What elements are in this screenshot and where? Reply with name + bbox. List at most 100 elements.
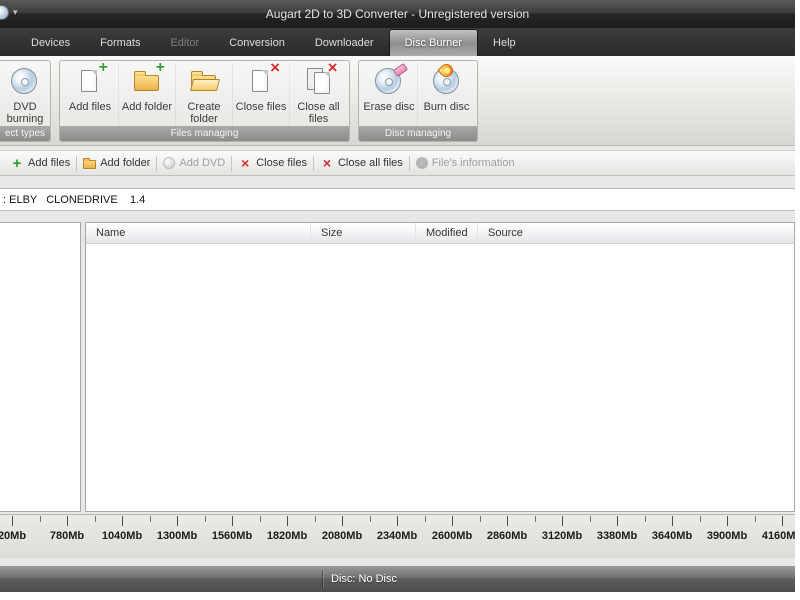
capacity-ruler: 20Mb 780Mb 1040Mb 1300Mb 1560Mb 1820Mb 2080Mb 2… [0, 514, 795, 558]
ruler-tick-major [12, 516, 13, 526]
create-folder-icon [187, 65, 221, 99]
erase-disc-icon [372, 62, 409, 99]
status-bar: Disc: No Disc [0, 566, 795, 592]
ruler-label: 3380Mb [596, 530, 638, 542]
ruler-label: 1300Mb [156, 530, 198, 542]
ruler-tick-minor [425, 516, 426, 522]
ruler-tick-major [122, 516, 123, 526]
add-folder-icon: + [130, 61, 165, 99]
tab-formats[interactable]: Formats [85, 30, 155, 56]
tab-editor: Editor [170, 37, 200, 49]
ruler-tick-major [672, 516, 673, 526]
toolbar-file-s-information: i File's information [410, 157, 521, 169]
ribbon-button-create-folder[interactable]: Create folder [176, 63, 233, 126]
toolbar-item-label: Close files [256, 157, 307, 169]
quick-toolbar: + Add files Add folder Add DVD × Close files ×… [0, 150, 795, 176]
status-separator [322, 570, 323, 588]
ruler-tick-minor [40, 516, 41, 522]
ruler-tick-major [177, 516, 178, 526]
ribbon-button-label: Add folder [121, 101, 173, 113]
info-icon: i [415, 157, 428, 169]
tab-disc-burner[interactable]: Disc Burner [388, 29, 479, 56]
ribbon-group-label: ect types [0, 126, 50, 141]
toolbar-item-label: Add DVD [179, 157, 226, 169]
ruler-label: 1820Mb [266, 530, 308, 542]
project-tree-panel[interactable] [0, 222, 81, 512]
close-icon: × [322, 155, 332, 171]
toolbar-item-label: File's information [431, 157, 515, 169]
drive-selector[interactable]: : ELBY CLONEDRIVE 1.4 [0, 188, 795, 211]
toolbar-add-dvd: Add DVD [157, 157, 231, 169]
column-header-name[interactable]: Name [86, 223, 311, 243]
ruler-tick-major [507, 516, 508, 526]
toolbar-item-label: Add folder [100, 157, 151, 169]
ruler-label: 2600Mb [431, 530, 473, 542]
file-list-panel[interactable]: Name Size Modified Source [85, 222, 795, 512]
ribbon-button-add-files[interactable]: + Add files [62, 61, 119, 126]
ruler-tick-major [727, 516, 728, 526]
dvd-burning-icon [8, 65, 42, 99]
ribbon-button-erase-disc[interactable]: Erase disc [361, 62, 418, 126]
ruler-tick-minor [755, 516, 756, 522]
add-files-icon: + [73, 61, 108, 99]
plus-icon: + [12, 154, 22, 172]
ribbon-button-label: Close files [235, 101, 287, 113]
ruler-tick-major [232, 516, 233, 526]
toolbar-add-folder[interactable]: Add folder [77, 157, 156, 169]
column-header-modified[interactable]: Modified [416, 223, 478, 243]
ruler-label: 4160Mb [761, 530, 795, 542]
ruler-label: 2860Mb [486, 530, 528, 542]
toolbar-add-files[interactable]: + Add files [4, 154, 76, 172]
ruler-tick-minor [150, 516, 151, 522]
drive-selector-value: : ELBY CLONEDRIVE 1.4 [3, 193, 146, 206]
ribbon-group-label: Disc managing [359, 126, 477, 141]
toolbar-close-all-files[interactable]: × Close all files [314, 155, 409, 171]
ruler-tick-minor [205, 516, 206, 522]
ruler-label: 780Mb [49, 530, 85, 542]
ribbon-group-project-types: DVD burning ect types [0, 60, 51, 142]
disc-icon [163, 157, 176, 169]
column-header-size[interactable]: Size [311, 223, 416, 243]
toolbar-close-files[interactable]: × Close files [232, 155, 313, 171]
tab-help[interactable]: Help [478, 30, 531, 56]
tab-devices[interactable]: Devices [16, 30, 85, 56]
ribbon-button-close-files[interactable]: × Close files [233, 61, 290, 126]
title-bar: ▾ Augart 2D to 3D Converter - Unregister… [0, 0, 795, 28]
ribbon-group-files-managing: + Add files + Add folder Create folder × Close… [59, 60, 350, 142]
file-list-header: Name Size Modified Source [86, 223, 794, 244]
ruler-tick-major [342, 516, 343, 526]
close-all-files-icon: × [302, 61, 338, 99]
ruler-label: 3900Mb [706, 530, 748, 542]
app-window: ▾ Augart 2D to 3D Converter - Unregister… [0, 0, 795, 592]
ruler-tick-major [397, 516, 398, 526]
ruler-label: 3640Mb [651, 530, 693, 542]
ribbon-button-label: Burn disc [423, 101, 470, 113]
toolbar-item-label: Add files [28, 157, 71, 169]
column-header-source[interactable]: Source [478, 223, 794, 243]
window-title: Augart 2D to 3D Converter - Unregistered… [265, 7, 530, 21]
ruler-tick-minor [700, 516, 701, 522]
ruler-tick-minor [535, 516, 536, 522]
disc-status: Disc: No Disc [331, 573, 398, 585]
ribbon-group-label: Files managing [60, 126, 349, 141]
ruler-tick-major [562, 516, 563, 526]
tab-downloader[interactable]: Downloader [300, 30, 389, 56]
ribbon: DVD burning ect types + Add files + Add folde… [0, 56, 795, 146]
ribbon-button-add-folder[interactable]: + Add folder [119, 61, 176, 126]
ruler-label: 2340Mb [376, 530, 418, 542]
toolbar-item-label: Close all files [337, 157, 403, 169]
ribbon-button-burn-disc[interactable]: Burn disc [418, 61, 475, 126]
ruler-tick-major [782, 516, 783, 526]
close-files-icon: × [244, 61, 280, 99]
ribbon-button-label: Add files [68, 101, 112, 113]
ribbon-button-label: Close all files [297, 101, 340, 125]
ribbon-button-dvd-burning[interactable]: DVD burning [2, 63, 48, 126]
ruler-tick-minor [480, 516, 481, 522]
ribbon-button-close-all-files[interactable]: × Close all files [290, 61, 347, 126]
ruler-tick-major [617, 516, 618, 526]
ribbon-button-label: DVD burning [6, 101, 44, 125]
ribbon-button-label: Create folder [187, 101, 221, 125]
tab-conversion[interactable]: Conversion [214, 30, 300, 56]
ruler-tick-minor [315, 516, 316, 522]
ruler-tick-minor [95, 516, 96, 522]
